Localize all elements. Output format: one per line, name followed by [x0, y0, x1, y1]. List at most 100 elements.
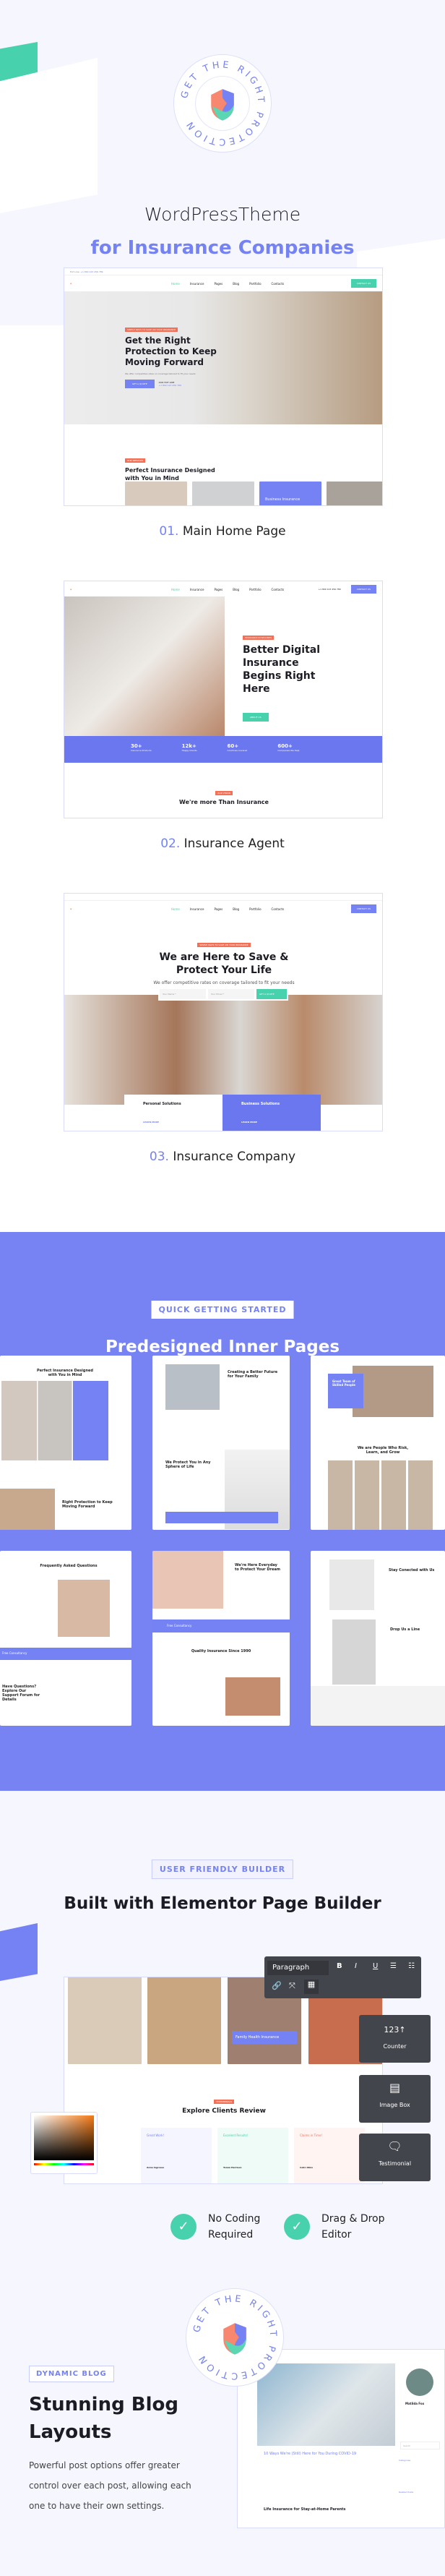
related-posts-label: Related Posts	[399, 2491, 414, 2494]
inner-page-preview-services-2[interactable]: We're Here Everyday to Protect Your Drea…	[152, 1551, 290, 1726]
check-icon: ✓	[284, 2214, 310, 2240]
feature-drag-drop: Drag & Drop Editor	[321, 2213, 385, 2241]
photo-mother-daughter	[68, 1977, 142, 2064]
bullet-list-icon[interactable]: ☰	[390, 1962, 397, 1970]
nav-insurance[interactable]: Insurance	[190, 282, 204, 286]
nav-pages[interactable]: Pages	[214, 907, 222, 911]
nav-home[interactable]: Home	[171, 282, 180, 286]
inner-page-preview-services[interactable]: Perfect Insurance Designed with You in M…	[0, 1356, 131, 1530]
blog-title: Stunning Blog Layouts	[29, 2394, 178, 2443]
nav-pages[interactable]: Pages	[214, 282, 222, 286]
vision-heading: We're more Than Insurance	[179, 799, 269, 805]
shield-icon: GET THE RIGHT PROTECTION	[179, 59, 264, 147]
nav-blog[interactable]: Blog	[233, 907, 239, 911]
hero-heading: Better Digital Insurance Begins Right He…	[243, 644, 321, 695]
review-card: Excelent Results! Tomm Harrison	[217, 2128, 288, 2183]
nav-blog[interactable]: Blog	[233, 588, 239, 591]
solution-card-business[interactable]: Business Solutions LEARN MORE	[222, 1095, 321, 1131]
bold-button[interactable]: B	[337, 1962, 342, 1970]
stat: 30+ Insurance Products	[131, 743, 152, 752]
table-icon[interactable]: ▦	[304, 1980, 319, 1994]
get-quote-button[interactable]: GET A QUOTE	[256, 989, 287, 999]
vision-tag: OUR VISION	[215, 791, 233, 795]
inner-page-preview-team[interactable]: Great Team of Skilled People We are Peopl…	[311, 1356, 445, 1530]
top-info-bar	[64, 894, 382, 901]
contact-us-button[interactable]: CONTACT US	[350, 279, 376, 288]
nav-portfolio[interactable]: Portfolio	[249, 282, 261, 286]
demo-caption-3: 03. Insurance Company	[149, 1150, 296, 1164]
color-gradient-area[interactable]	[34, 2115, 94, 2160]
contact-us-button[interactable]: CONTACT US	[350, 585, 376, 594]
nav-home[interactable]: Home	[171, 588, 180, 591]
demo-insurance-company-screenshot[interactable]: ◈ Home Insurance Pages Blog Portfolio Contact…	[64, 893, 383, 1131]
review-card: Claims in Time! Colin Olins	[294, 2128, 365, 2183]
site-logo: ◈	[70, 588, 72, 591]
services-heading: Perfect Insurance Designed with You in M…	[125, 467, 215, 482]
fullscreen-icon[interactable]: ⤧	[289, 1981, 295, 1991]
about-us-button[interactable]: ABOUT US	[243, 713, 269, 722]
nav-blog[interactable]: Blog	[233, 282, 239, 286]
builder-decor-shape	[0, 1923, 38, 1981]
brand-logo-badge-2: GET THE RIGHT PROTECTION	[186, 2288, 284, 2387]
widget-testimonial[interactable]: 🗨 Testimonial	[359, 2134, 431, 2181]
inner-page-preview-contact[interactable]: Stay Conected with Us Drop Us a Line	[311, 1551, 445, 1726]
widget-image-box[interactable]: ▤ Image Box	[359, 2075, 431, 2123]
speech-bubble-icon: 🗨	[387, 2139, 402, 2153]
nav-contacts[interactable]: Contacts	[272, 907, 285, 911]
contact-us-button[interactable]: CONTACT US	[350, 904, 376, 913]
link-icon[interactable]: 🔗	[272, 1981, 282, 1990]
widget-counter[interactable]: 123↑ Counter	[359, 2015, 431, 2063]
stats-bar: 30+ Insurance Products 12k+ Happy Clients …	[64, 736, 382, 763]
demo-main-home-screenshot[interactable]: Hot Line: +1 800 123 456 789 ◈ Home Insur…	[64, 268, 383, 506]
builder-badge: USER FRIENDLY BUILDER	[151, 1860, 294, 1879]
inner-page-preview-about[interactable]: Creating a Better Future for Your Family…	[152, 1356, 290, 1530]
nav-contacts[interactable]: Contacts	[272, 588, 285, 591]
decor-white-shape	[0, 58, 98, 213]
services-tag: OUR SERVICES	[125, 458, 146, 463]
nav-contacts[interactable]: Contacts	[272, 282, 285, 286]
hero-title-line2: for Insurance Companies	[90, 237, 355, 259]
nav-portfolio[interactable]: Portfolio	[249, 907, 261, 911]
hero-tag: INSURANCE IN SECONDS	[243, 636, 275, 640]
nav-insurance[interactable]: Insurance	[190, 588, 204, 591]
stat: 60+ Countries Covered	[227, 743, 248, 752]
counter-icon: 123↑	[384, 2025, 406, 2034]
numbered-list-icon[interactable]: ☷	[408, 1962, 415, 1970]
categories-label: Categories	[399, 2459, 411, 2462]
email-input[interactable]: Your Email *	[208, 989, 254, 999]
nav-insurance[interactable]: Insurance	[190, 907, 204, 911]
demo-insurance-agent-screenshot[interactable]: ◈ Home Insurance Pages Blog Portfolio Contact…	[64, 581, 383, 818]
top-info-bar: Hot Line: +1 800 123 456 789	[64, 268, 382, 275]
color-picker-panel[interactable]	[30, 2112, 98, 2174]
demo-caption-2: 02. Insurance Agent	[160, 836, 285, 851]
hero-heading: Get the Right Protection to Keep Moving …	[125, 335, 217, 367]
image-box-icon: ▤	[389, 2081, 401, 2094]
format-select[interactable]: Paragraph	[267, 1961, 329, 1975]
check-icon: ✓	[170, 2214, 196, 2240]
agent-photo	[64, 596, 225, 736]
name-input[interactable]: Your Name *	[160, 989, 206, 999]
blog-badge: DYNAMIC BLOG	[29, 2366, 114, 2382]
solution-card-personal[interactable]: Personal Solutions LEARN MORE	[124, 1095, 222, 1131]
text-editor-toolbar: Paragraph B I U ☰ ☷ 🔗 ⤧ ▦	[264, 1956, 421, 1998]
inner-page-preview-faq[interactable]: Frequently Asked Questions Free Consultan…	[0, 1551, 131, 1726]
nav-home[interactable]: Home	[171, 907, 180, 911]
stat: 600+ Companies We Help	[277, 743, 300, 752]
italic-button[interactable]: I	[355, 1962, 357, 1970]
hue-slider[interactable]	[34, 2163, 94, 2165]
feature-no-coding: No Coding Required	[208, 2213, 261, 2241]
hero-heading: We are Here to Save & Protect Your Life	[159, 951, 289, 976]
author-name: Matilda Fox	[405, 2402, 425, 2405]
nav-pages[interactable]: Pages	[214, 588, 222, 591]
service-card-business[interactable]: Business Insurance	[259, 482, 321, 505]
underline-button[interactable]: U	[373, 1962, 378, 1970]
nav-portfolio[interactable]: Portfolio	[249, 588, 261, 591]
blog-post-title[interactable]: 10 Ways We're (Still) Here for You Durin…	[264, 2452, 356, 2456]
family-photo	[64, 995, 382, 1105]
shield-icon: GET THE RIGHT PROTECTION	[191, 2293, 276, 2381]
blog-post-title[interactable]: Life Insurance for Stay-at-Home Parents	[264, 2507, 346, 2512]
hero-family-photo	[64, 291, 382, 424]
search-input[interactable]: Search	[400, 2442, 440, 2449]
service-photo	[327, 482, 382, 505]
get-quote-button[interactable]: GET A QUOTE	[125, 380, 155, 388]
